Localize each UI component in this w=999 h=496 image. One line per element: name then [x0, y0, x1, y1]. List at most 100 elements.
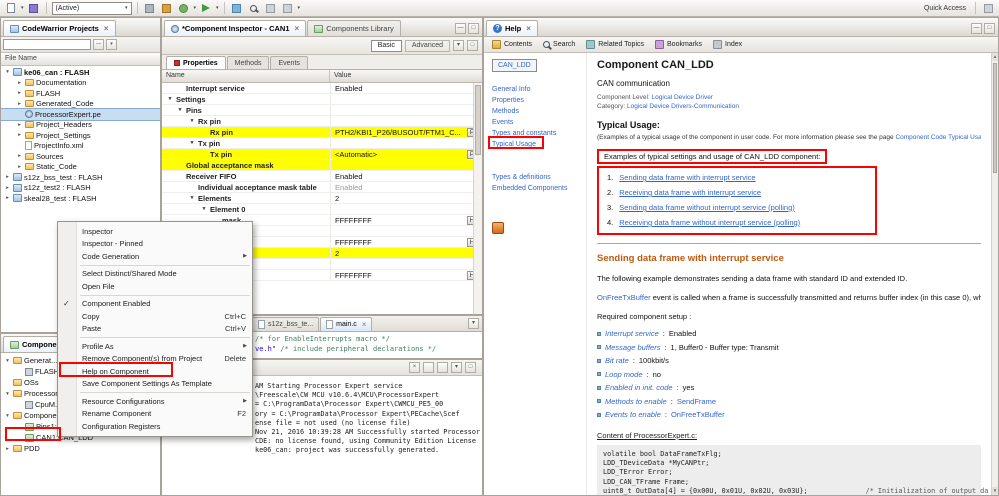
help-scrollbar[interactable]: ▲ ▼: [991, 53, 998, 495]
misc-tool-icon-2[interactable]: [281, 2, 295, 15]
contents-button[interactable]: Contents: [492, 40, 532, 49]
expander-icon[interactable]: ▾: [4, 358, 11, 364]
view-menu-icon[interactable]: ▾: [453, 40, 464, 51]
tree-item-projectinfo-xml[interactable]: ProjectInfo.xml: [1, 141, 160, 152]
nav-link-types-and-constants[interactable]: Types and constants: [492, 128, 586, 139]
menu-item-inspector[interactable]: Inspector: [58, 225, 252, 238]
view-menu-icon[interactable]: ▾: [106, 39, 117, 50]
nav-link-typical-usage[interactable]: Typical Usage: [492, 139, 586, 150]
table-row[interactable]: ▾ Tx pin: [162, 138, 482, 149]
scroll-up-icon[interactable]: ▲: [992, 53, 998, 61]
advanced-mode-button[interactable]: Advanced: [404, 39, 450, 52]
expander-icon[interactable]: ▾: [4, 69, 11, 75]
menu-item-component-enabled[interactable]: ✓ Component Enabled: [58, 298, 252, 311]
search-button[interactable]: Search: [543, 41, 575, 48]
expander-icon[interactable]: ▸: [4, 174, 11, 180]
tree-item-flash[interactable]: ▸ FLASH: [1, 88, 160, 99]
setup-label[interactable]: Interrupt service: [605, 329, 659, 338]
close-icon[interactable]: ×: [295, 24, 300, 33]
tree-item-s12z-bss-test[interactable]: ▸ s12z_bss_test : FLASH: [1, 172, 160, 183]
run-dropdown-icon[interactable]: ▾: [216, 5, 219, 11]
expander-icon[interactable]: ▸: [4, 446, 11, 452]
table-row[interactable]: ▾ Settings: [162, 94, 482, 105]
expander-icon[interactable]: ▸: [16, 90, 23, 96]
scrollbar-thumb[interactable]: [475, 85, 481, 155]
tree-item-project-settings[interactable]: ▸ Project_Settings: [1, 130, 160, 141]
minimize-icon[interactable]: —: [971, 23, 982, 34]
expander-icon[interactable]: ▾: [176, 107, 184, 113]
menu-item-help-on-component[interactable]: Help on Component: [58, 365, 252, 378]
new-file-icon[interactable]: [4, 2, 18, 15]
tree-item-sources[interactable]: ▸ Sources: [1, 151, 160, 162]
expander-icon[interactable]: ▸: [16, 164, 23, 170]
search-icon[interactable]: [247, 2, 261, 15]
menu-item-configuration-registers[interactable]: Configuration Registers: [58, 420, 252, 433]
setup-label[interactable]: Bit rate: [605, 356, 629, 365]
menu-item-save-component-settings-as-template[interactable]: Save Component Settings As Template: [58, 378, 252, 391]
tree-item-s12z-test2[interactable]: ▸ s12z_test2 : FLASH: [1, 183, 160, 194]
expander-icon[interactable]: ▾: [4, 391, 11, 397]
onfreetxbuffer-link[interactable]: OnFreeTxBuffer: [597, 293, 651, 302]
tools-dropdown-icon[interactable]: ▾: [298, 5, 301, 11]
value-column-header[interactable]: Value: [330, 70, 482, 82]
basic-mode-button[interactable]: Basic: [370, 39, 402, 52]
new-dropdown-icon[interactable]: ▾: [21, 5, 24, 11]
table-row[interactable]: Receiver FIFO Enabled: [162, 171, 482, 182]
clear-console-icon[interactable]: ×: [409, 362, 420, 373]
expander-icon[interactable]: ▾: [166, 96, 174, 102]
setup-label[interactable]: Enabled in init. code: [605, 383, 673, 392]
expander-icon[interactable]: ▾: [188, 195, 196, 201]
tab-main-c[interactable]: main.c ×: [320, 317, 373, 331]
active-config-select[interactable]: (Active) ▾: [51, 1, 132, 15]
close-icon[interactable]: ×: [104, 24, 109, 33]
maximize-icon[interactable]: □: [468, 23, 479, 34]
tab-list-icon[interactable]: ▾: [468, 318, 479, 329]
misc-tool-icon[interactable]: [264, 2, 278, 15]
menu-item-inspector-pinned[interactable]: Inspector - Pinned: [58, 238, 252, 251]
nav-link-embedded-components[interactable]: Embedded Components: [492, 183, 586, 194]
component-level-link[interactable]: Logical Device Driver: [652, 94, 713, 101]
pin-view-icon[interactable]: □: [467, 40, 478, 51]
tab-s12z-bss-test-main[interactable]: s12z_bss_te...: [252, 317, 320, 331]
tree-item-documentation[interactable]: ▸ Documentation: [1, 78, 160, 89]
tree-item-static-code[interactable]: ▸ Static_Code: [1, 162, 160, 173]
new-wizard-icon[interactable]: [230, 2, 244, 15]
setup-label[interactable]: Loop mode: [605, 370, 643, 379]
category-link[interactable]: Logical Device Drivers-Communication: [627, 103, 739, 110]
tab-methods[interactable]: Methods: [226, 56, 270, 69]
nav-link-types-definitions[interactable]: Types & definitions: [492, 172, 586, 183]
typical-usage-page-link[interactable]: Component Code Typical Usage: [895, 134, 981, 141]
tab-properties[interactable]: Properties: [166, 56, 226, 69]
menu-item-rename-component[interactable]: Rename Component F2: [58, 408, 252, 421]
index-button[interactable]: Index: [713, 40, 742, 49]
tree-item-project-headers[interactable]: ▸ Project_Headers: [1, 120, 160, 131]
example-link-receiving-interrupt[interactable]: Receiving data frame with interrupt serv…: [619, 188, 761, 197]
inspector-scrollbar[interactable]: [473, 83, 482, 314]
save-icon[interactable]: [27, 2, 41, 15]
example-link-sending-polling[interactable]: Sending data frame without interrupt ser…: [619, 203, 795, 212]
close-icon[interactable]: ×: [362, 320, 367, 329]
minimize-icon[interactable]: —: [455, 23, 466, 34]
build-icon[interactable]: [143, 2, 157, 15]
maximize-icon[interactable]: □: [984, 23, 995, 34]
menu-item-remove-component[interactable]: Remove Component(s) from Project Delete: [58, 353, 252, 366]
bookmarks-button[interactable]: Bookmarks: [655, 40, 702, 49]
perspective-icon[interactable]: [981, 2, 995, 15]
onfreetxbuffer-link[interactable]: OnFreeTxBuffer: [671, 410, 725, 419]
menu-item-copy[interactable]: Copy Ctrl+C: [58, 310, 252, 323]
flash-programmer-icon[interactable]: [160, 2, 174, 15]
expander-icon[interactable]: ▸: [16, 122, 23, 128]
menu-item-select-distinct-shared-mode[interactable]: Select Distinct/Shared Mode: [58, 268, 252, 281]
related-topics-button[interactable]: Related Topics: [586, 40, 644, 49]
tab-component-inspector[interactable]: *Component Inspector - CAN1 ×: [164, 20, 307, 36]
expander-icon[interactable]: ▸: [16, 101, 23, 107]
setup-label[interactable]: Message buffers: [605, 343, 660, 352]
nav-current-topic[interactable]: CAN_LDD: [492, 59, 537, 72]
expander-icon[interactable]: ▸: [4, 195, 11, 201]
expander-icon[interactable]: ▸: [4, 185, 11, 191]
debug-icon[interactable]: [177, 2, 191, 15]
scroll-down-icon[interactable]: ▼: [992, 487, 998, 495]
setup-label[interactable]: Methods to enable: [605, 397, 667, 406]
tree-item-ke06-can[interactable]: ▾ ke06_can : FLASH: [1, 67, 160, 78]
table-row[interactable]: ▾ Rx pin: [162, 116, 482, 127]
